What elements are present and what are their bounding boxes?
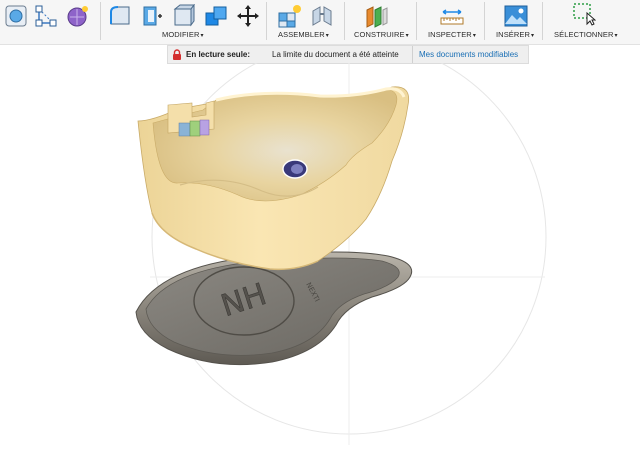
combine-icon[interactable] (204, 4, 228, 28)
separator (100, 2, 101, 40)
model-view[interactable]: NH NEXTI (0, 33, 640, 445)
new-component-icon[interactable] (278, 4, 302, 28)
form-sculpt-icon[interactable] (66, 4, 90, 28)
readonly-banner: En lecture seule: La limite du document … (167, 45, 529, 64)
canvas-viewport[interactable]: NH NEXTI (0, 33, 640, 445)
separator (484, 2, 485, 40)
separator (412, 46, 413, 63)
separator (416, 2, 417, 40)
offset-plane-icon[interactable] (364, 4, 388, 28)
separator (266, 2, 267, 40)
insert-image-icon[interactable] (504, 4, 528, 28)
move-copy-icon[interactable] (236, 4, 260, 28)
insert-menu[interactable]: INSÉRER▾ (496, 30, 534, 39)
measure-icon[interactable] (440, 4, 464, 28)
select-window-icon[interactable] (572, 2, 596, 26)
modify-menu[interactable]: MODIFIER▾ (162, 30, 204, 39)
shell-icon[interactable] (140, 4, 164, 28)
fillet-icon[interactable] (172, 4, 196, 28)
readonly-label: En lecture seule: (186, 50, 251, 59)
press-pull-icon[interactable] (108, 4, 132, 28)
sketch-constraint-icon[interactable] (34, 4, 58, 28)
assemble-menu[interactable]: ASSEMBLER▾ (278, 30, 329, 39)
separator (344, 2, 345, 40)
construct-menu[interactable]: CONSTRUIRE▾ (354, 30, 409, 39)
separator (542, 2, 543, 40)
joint-icon[interactable] (310, 4, 334, 28)
inspect-menu[interactable]: INSPECTER▾ (428, 30, 476, 39)
lock-icon (173, 49, 181, 60)
box-icon[interactable] (4, 4, 28, 28)
select-menu[interactable]: SÉLECTIONNER▾ (554, 30, 618, 39)
editable-documents-link[interactable]: Mes documents modifiables (419, 46, 518, 63)
toolbar: MODIFIER▾ ASSEMBLER▾ CONSTRUIRE▾ INSPECT… (0, 0, 640, 45)
part-body[interactable] (137, 86, 410, 271)
document-limit-message: La limite du document a été atteinte (272, 50, 399, 59)
